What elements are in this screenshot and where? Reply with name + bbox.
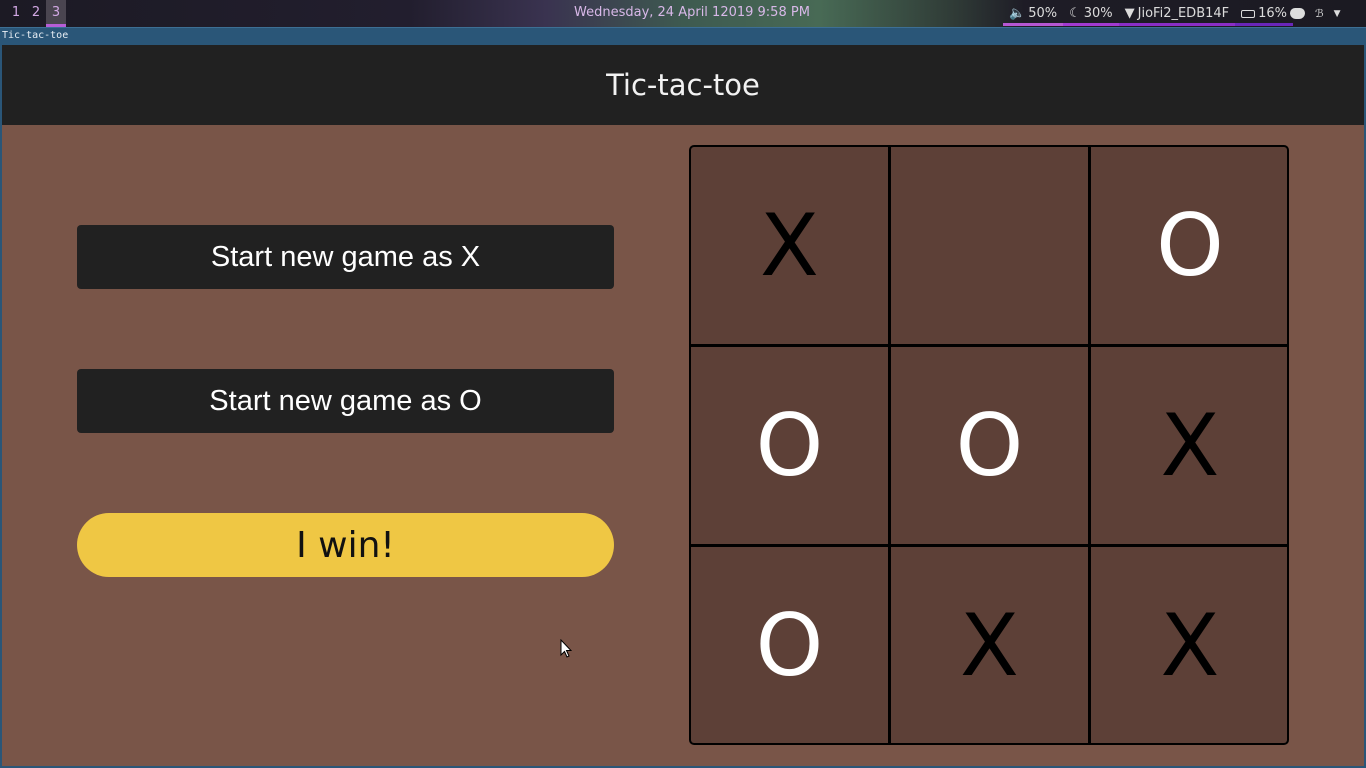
cell-2-1[interactable]: X <box>891 547 1088 743</box>
start-as-x-button[interactable]: Start new game as X <box>77 225 614 289</box>
window-title-bar: Tic-tac-toe <box>0 27 1366 45</box>
page-title: Tic-tac-toe <box>606 68 760 102</box>
wifi-name: JioFi2_EDB14F <box>1137 6 1230 21</box>
battery-icon <box>1241 9 1256 18</box>
volume-value: 50% <box>1028 6 1058 21</box>
app-window: Tic-tac-toe Start new game as X Start ne… <box>0 45 1366 768</box>
cell-2-0[interactable]: O <box>691 547 888 743</box>
start-as-o-button[interactable]: Start new game as O <box>77 369 614 433</box>
cell-1-0[interactable]: O <box>691 347 888 544</box>
system-tray: 🔈 50% ☾ 30% ▼ JioFi2_EDB14F 16% <box>1003 0 1294 27</box>
workspace-2[interactable]: 2 <box>26 0 46 27</box>
system-top-bar: 1 2 3 Wednesday, 24 April 12019 9:58 PM … <box>0 0 1366 27</box>
battery-value: 16% <box>1258 6 1288 21</box>
game-area: Start new game as X Start new game as O … <box>2 125 1364 766</box>
clock: Wednesday, 24 April 12019 9:58 PM <box>574 5 810 20</box>
network-icon[interactable]: ▼ <box>1334 9 1341 19</box>
brightness-value: 30% <box>1083 6 1113 21</box>
wifi-indicator[interactable]: ▼ JioFi2_EDB14F <box>1118 0 1236 27</box>
cell-2-2[interactable]: X <box>1091 547 1287 743</box>
game-board: X O O O X O X X <box>689 145 1289 745</box>
status-banner: I win! <box>77 513 614 577</box>
cell-1-2[interactable]: X <box>1091 347 1287 544</box>
volume-indicator[interactable]: 🔈 50% <box>1003 0 1064 27</box>
mouse-cursor-icon <box>560 639 572 658</box>
discord-icon[interactable] <box>1290 8 1305 19</box>
tray-icons: ℬ ▼ <box>1290 0 1341 27</box>
battery-indicator[interactable]: 16% <box>1235 0 1294 27</box>
cell-0-0[interactable]: X <box>691 147 888 344</box>
cell-0-2[interactable]: O <box>1091 147 1287 344</box>
workspace-3[interactable]: 3 <box>46 0 66 27</box>
brightness-indicator[interactable]: ☾ 30% <box>1063 0 1119 27</box>
wifi-icon: ▼ <box>1124 6 1135 21</box>
bluetooth-icon[interactable]: ℬ <box>1315 7 1324 20</box>
cell-0-1[interactable] <box>891 147 1088 344</box>
moon-icon: ☾ <box>1069 6 1081 21</box>
app-header: Tic-tac-toe <box>2 45 1364 125</box>
speaker-icon: 🔈 <box>1009 6 1026 21</box>
workspace-1[interactable]: 1 <box>6 0 26 27</box>
cell-1-1[interactable]: O <box>891 347 1088 544</box>
